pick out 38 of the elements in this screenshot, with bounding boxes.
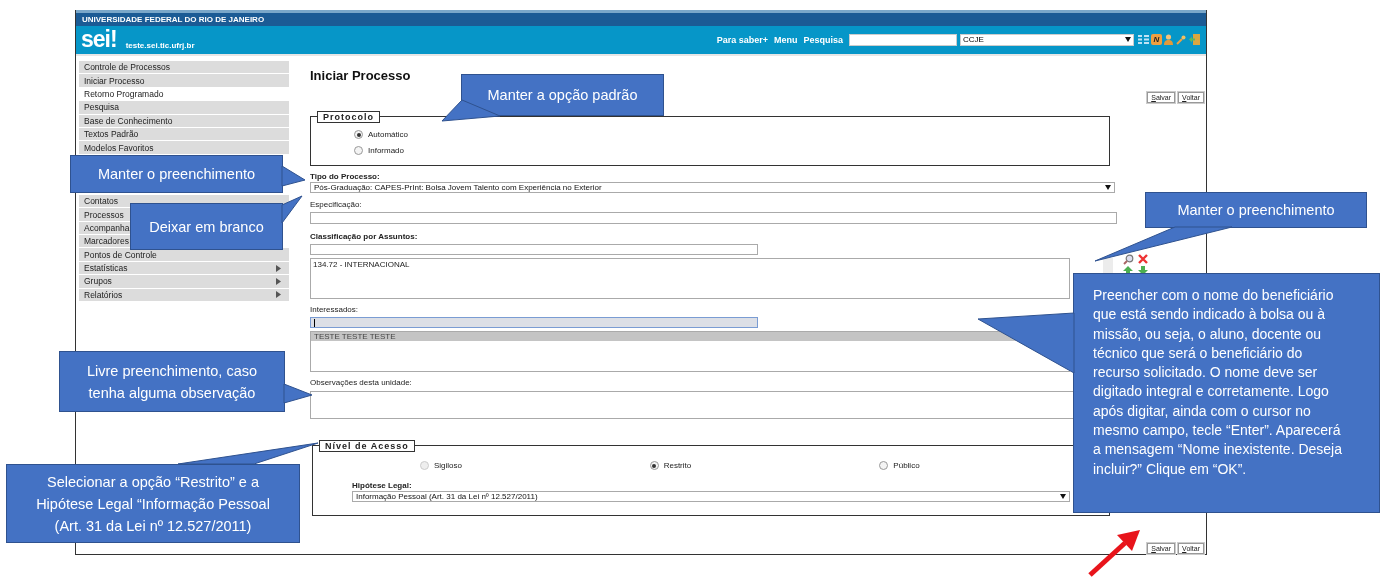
sidebar-item[interactable]: Processos bbox=[79, 208, 131, 221]
field-label: Hipótese Legal: bbox=[352, 481, 412, 491]
sidebar-item[interactable]: Iniciar Processo bbox=[79, 74, 289, 87]
radio-option[interactable]: Informado bbox=[354, 146, 405, 155]
radio-option[interactable]: Público bbox=[879, 461, 920, 470]
callout-note: Manter o preenchimento bbox=[1145, 192, 1367, 228]
sidebar-item[interactable]: Marcadores bbox=[79, 235, 131, 248]
panel-legend: Protocolo bbox=[317, 111, 380, 123]
field-label: Especificação: bbox=[310, 200, 362, 210]
sidebar-item[interactable]: Textos Padrão bbox=[79, 127, 289, 141]
sidebar-item[interactable]: Relatórios bbox=[79, 288, 289, 302]
host-name: teste.sei.tic.ufrj.br bbox=[125, 40, 195, 50]
logo: sei! bbox=[81, 28, 117, 52]
unit-select[interactable]: CCJE bbox=[960, 33, 1134, 46]
field-label: Observações desta unidade: bbox=[310, 378, 412, 388]
institution-name: UNIVERSIDADE FEDERAL DO RIO DE JANEIRO bbox=[82, 14, 265, 24]
sidebar-item[interactable]: Acompanha bbox=[79, 221, 131, 235]
sidebar-item[interactable]: Grupos bbox=[79, 275, 289, 288]
sidebar-item[interactable]: Modelos Favoritos bbox=[79, 141, 289, 154]
process-type-select[interactable]: Pós-Graduação: CAPES-PrInt: Bolsa Jovem Talento com Experiência no Exterior bbox=[310, 182, 1115, 193]
sidebar-item[interactable]: Base de Conhecimento bbox=[79, 114, 289, 127]
page-title: Iniciar Processo bbox=[310, 69, 412, 83]
legal-basis-select[interactable]: Informação Pessoal (Art. 31 da Lei nº 12.527/2011) bbox=[352, 491, 1070, 502]
field-label: Classificação por Assuntos: bbox=[310, 232, 418, 242]
sidebar-item[interactable]: Pesquisa bbox=[79, 101, 289, 114]
list-item[interactable]: 134.72 - INTERNACIONAL bbox=[313, 260, 1067, 269]
callout-note: Preencher com o nome do beneficiário que está sendo indicado à bolsa ou à missão, ou seja, o aluno, docente ou técnico que será o beneficiário do recurso solicitado. O nome deve ser digitado integral e corretamente. Logo após digitar, ainda com o cursor no mesmo campo, tecle “Enter”. Aparecerá a mensagem “Nome inexistente. Deseja incluir?” Clique em “OK”. bbox=[1073, 273, 1380, 513]
sidebar-item[interactable]: Estatísticas bbox=[79, 261, 289, 275]
radio-option[interactable]: Automático bbox=[354, 130, 409, 139]
callout-note: Deixar em branco bbox=[130, 203, 283, 250]
radio-option[interactable]: Restrito bbox=[649, 461, 692, 470]
sidebar-item[interactable]: Controle de Processos bbox=[79, 61, 289, 74]
field-label: Interessados: bbox=[310, 305, 359, 315]
field-label: Tipo do Processo: bbox=[310, 172, 380, 182]
badge-icon[interactable]: N bbox=[1151, 34, 1162, 46]
callout-note: Livre preenchimento, caso tenha alguma observação bbox=[59, 351, 285, 412]
panel-legend: Nível de Acesso bbox=[319, 440, 415, 452]
subject-list[interactable]: 134.72 - INTERNACIONAL bbox=[310, 258, 1070, 299]
